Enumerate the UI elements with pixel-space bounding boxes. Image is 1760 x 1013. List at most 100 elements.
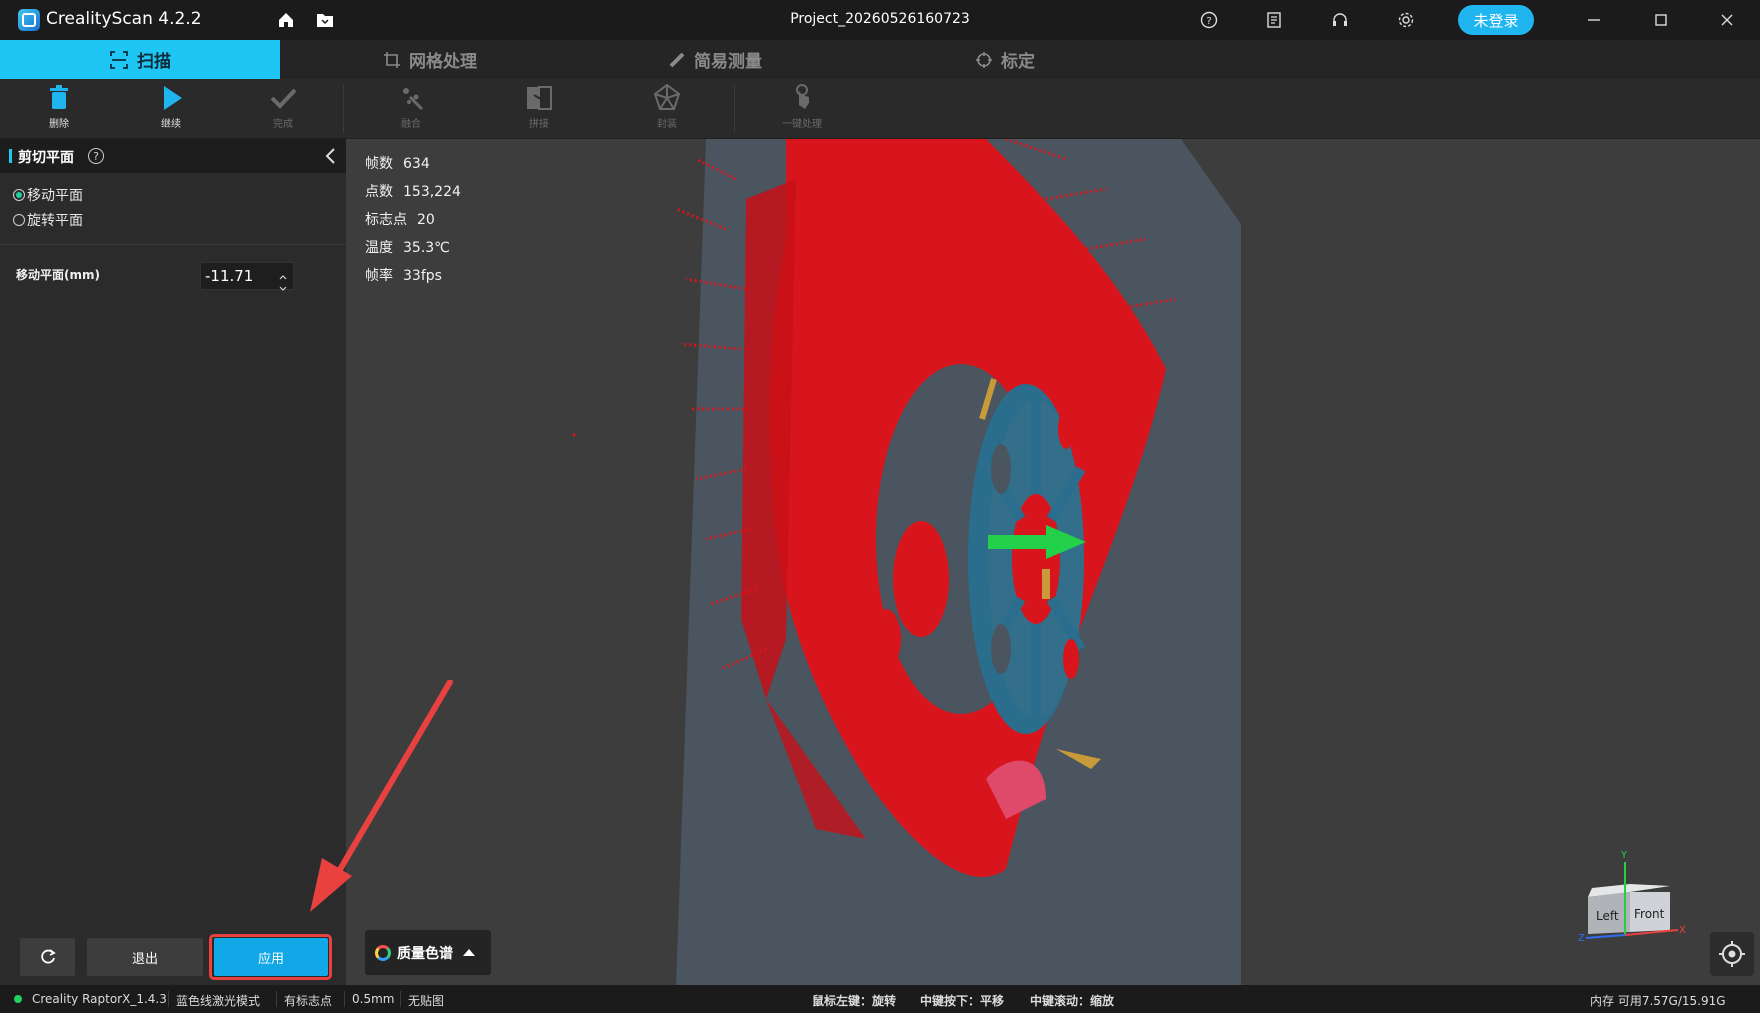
target-icon [976, 51, 992, 68]
move-plane-value[interactable]: -11.71 [201, 267, 271, 285]
axis-x-label: X [1679, 925, 1686, 936]
status-bar: Creality RaptorX_1.4.3 蓝色线激光模式 有标志点 0.5m… [0, 985, 1760, 1013]
radio-button[interactable] [13, 189, 25, 201]
panel-divider [0, 244, 346, 245]
radio-label: 移动平面 [27, 188, 83, 204]
stat-row: 点数 153,224 [365, 178, 461, 206]
minimize-icon[interactable] [1584, 10, 1604, 30]
status-divider [168, 991, 169, 1007]
app-logo-icon [18, 9, 40, 31]
cube-front-face[interactable]: Front [1634, 907, 1665, 921]
fuse-label: 融合 [401, 119, 421, 130]
move-plane-stepper[interactable]: -11.71 [200, 262, 294, 291]
tab-calibrate[interactable]: 标定 [950, 40, 1060, 79]
tab-scan[interactable]: 扫描 [0, 40, 280, 79]
continue-label: 继续 [161, 119, 181, 130]
play-icon [164, 86, 182, 110]
mesh-button[interactable]: 封装 [637, 83, 697, 137]
headset-icon[interactable] [1330, 10, 1350, 30]
home-icon[interactable] [276, 10, 296, 30]
decrement-icon[interactable] [277, 278, 289, 291]
stat-label: 帧率 [365, 268, 393, 284]
help-circle-icon[interactable]: ? [1199, 10, 1219, 30]
maximize-icon[interactable] [1651, 10, 1671, 30]
scan-stats: 帧数 634 点数 153,224 标志点 20 温度 35.3℃ 帧率 33fps [365, 150, 461, 290]
panel-title: 剪切平面 [18, 150, 74, 166]
axis-y-label: Y [1620, 850, 1628, 861]
mesh-label: 封装 [657, 119, 677, 130]
status-divider [400, 991, 401, 1007]
close-icon[interactable] [1717, 10, 1737, 30]
scan-frame-icon [110, 50, 128, 69]
view-cube[interactable]: Left Front Y X Z [1578, 842, 1688, 942]
status-divider [276, 991, 277, 1007]
toolbar: 删除 继续 完成 融合 拼接 封装 一键处理 [0, 79, 1760, 139]
status-divider [344, 991, 345, 1007]
reset-button[interactable] [20, 938, 75, 976]
gear-icon[interactable] [1396, 10, 1416, 30]
one-click-label: 一键处理 [782, 119, 822, 130]
scan-mode: 蓝色线激光模式 [176, 994, 261, 1008]
stat-value: 20 [417, 212, 435, 228]
radio-button[interactable] [13, 214, 25, 226]
app-title: CrealityScan 4.2.2 [46, 9, 202, 29]
refresh-icon [40, 949, 56, 964]
axis-z-label: Z [1578, 933, 1585, 942]
exit-button[interactable]: 退出 [87, 938, 203, 976]
hand-pointer-icon [796, 84, 809, 109]
toolbar-divider [734, 85, 735, 133]
stat-value: 33fps [403, 268, 442, 284]
tab-label: 扫描 [137, 52, 171, 72]
tab-measure[interactable]: 简易测量 [645, 40, 785, 79]
stitch-label: 拼接 [529, 119, 549, 130]
main-tabs: 扫描 网格处理 简易测量 标定 [0, 40, 1760, 79]
3d-viewport[interactable] [346, 139, 1760, 985]
folder-icon[interactable] [315, 10, 335, 30]
fuse-button[interactable]: 融合 [381, 83, 441, 137]
tab-label: 标定 [1001, 52, 1035, 72]
stitch-button[interactable]: 拼接 [509, 83, 569, 137]
radio-move-plane[interactable]: 移动平面 [13, 185, 83, 205]
document-icon[interactable] [1264, 10, 1284, 30]
delete-button[interactable]: 删除 [29, 83, 89, 137]
hint-middle-scroll: 中键滚动：缩放 [1030, 994, 1115, 1008]
connection-status-dot [14, 995, 22, 1003]
stat-label: 点数 [365, 184, 393, 200]
help-icon[interactable]: ? [88, 148, 104, 164]
radio-rotate-plane[interactable]: 旋转平面 [13, 210, 83, 230]
login-button[interactable]: 未登录 [1458, 5, 1534, 35]
tab-mesh-processing[interactable]: 网格处理 [360, 40, 500, 79]
move-plane-label: 移动平面(mm) [16, 268, 100, 282]
stat-value: 35.3℃ [403, 240, 450, 256]
quality-label: 质量色谱 [397, 945, 453, 962]
one-click-button[interactable]: 一键处理 [772, 83, 832, 137]
trash-icon [50, 85, 68, 109]
hint-middle-press: 中键按下：平移 [920, 994, 1005, 1008]
stat-label: 标志点 [365, 212, 407, 228]
stat-row: 帧率 33fps [365, 262, 461, 290]
done-button[interactable]: 完成 [253, 83, 313, 137]
device-name: Creality RaptorX_1.4.3 [32, 992, 167, 1006]
crop-icon [384, 51, 400, 68]
stat-value: 153,224 [403, 184, 461, 200]
project-title: Project_20260526160723 [790, 11, 970, 27]
cube-left-face[interactable]: Left [1596, 909, 1619, 923]
stat-row: 帧数 634 [365, 150, 461, 178]
apply-button[interactable]: 应用 [214, 938, 328, 976]
caret-up-icon [463, 949, 475, 956]
resolution: 0.5mm [352, 992, 395, 1006]
svg-text:?: ? [1206, 16, 1211, 27]
sparkle-icon [403, 88, 424, 111]
chevron-left-icon[interactable] [322, 147, 340, 165]
continue-button[interactable]: 继续 [141, 83, 201, 137]
recenter-view-button[interactable] [1710, 932, 1754, 976]
mesh-star-icon [653, 83, 681, 110]
radio-label: 旋转平面 [27, 213, 83, 229]
ruler-icon [669, 52, 685, 67]
colormap-icon [375, 944, 391, 961]
check-icon [270, 88, 297, 109]
crosshair-icon [1719, 941, 1745, 967]
quality-colormap-button[interactable]: 质量色谱 [365, 930, 491, 975]
hint-left-mouse: 鼠标左键：旋转 [812, 994, 897, 1008]
increment-icon[interactable] [277, 266, 289, 280]
